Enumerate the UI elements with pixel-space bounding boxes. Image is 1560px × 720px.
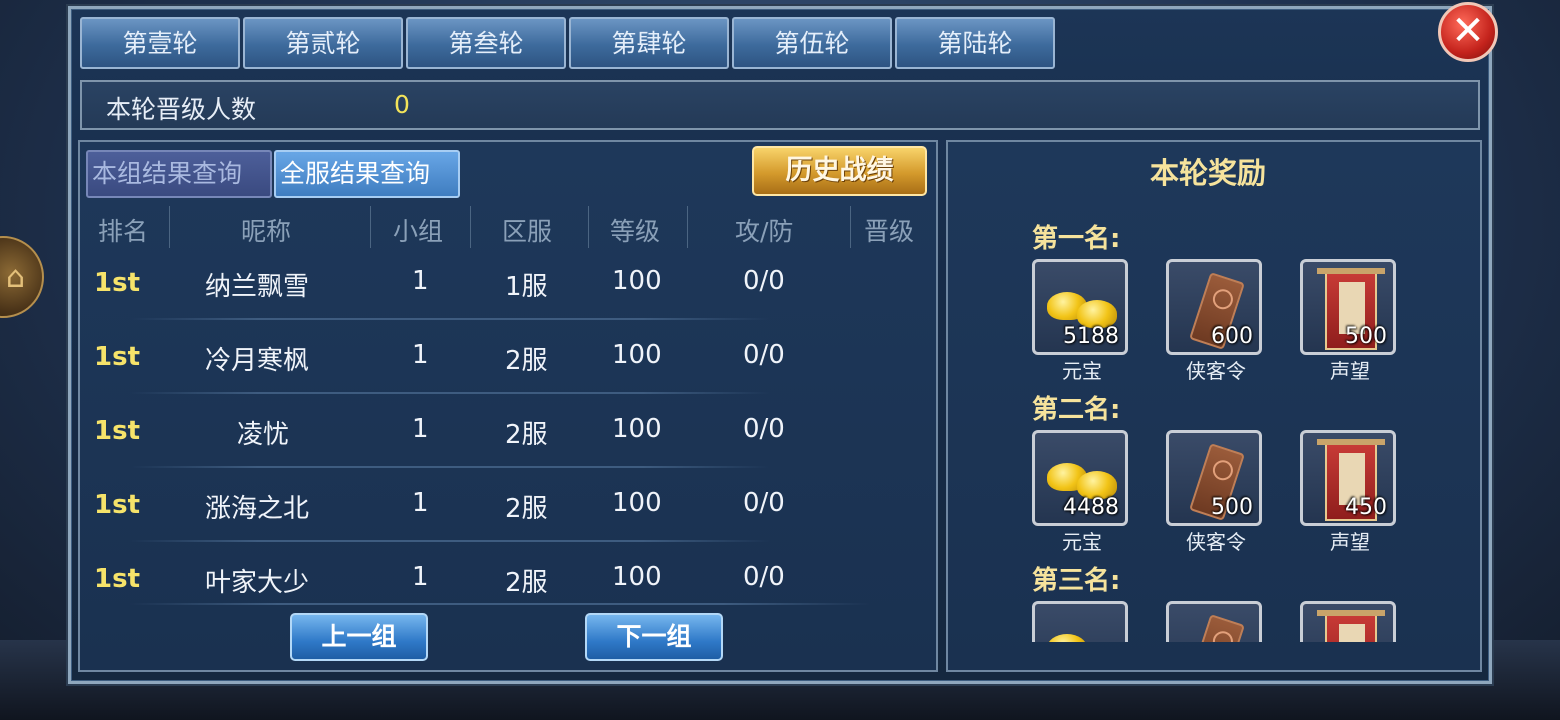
row-nickname: 纳兰飘雪 <box>205 272 310 302</box>
close-button[interactable]: ✕ <box>1438 2 1498 62</box>
row-group: 1 <box>412 340 429 370</box>
history-record-button[interactable]: 历史战绩 <box>752 146 927 196</box>
reward-item[interactable] <box>1032 601 1128 642</box>
column-divider <box>370 206 371 248</box>
row-level: 100 <box>612 340 662 370</box>
reward-name: 声望 <box>1330 530 1370 554</box>
row-rank: 1st <box>94 416 140 446</box>
rewards-panel <box>946 140 1482 672</box>
column-header-atk-def: 攻/防 <box>735 217 794 246</box>
reward-item[interactable]: 500 <box>1166 430 1262 526</box>
tab-group-results[interactable]: 本组结果查询 <box>86 150 272 198</box>
tab-round-3[interactable]: 第叁轮 <box>406 17 566 69</box>
reward-name: 侠客令 <box>1186 530 1246 554</box>
row-group: 1 <box>412 414 429 444</box>
tab-round-5[interactable]: 第伍轮 <box>732 17 892 69</box>
column-divider <box>470 206 471 248</box>
row-level: 100 <box>612 562 662 592</box>
row-divider <box>130 318 770 320</box>
next-group-button[interactable]: 下一组 <box>585 613 723 661</box>
tab-round-2[interactable]: 第贰轮 <box>243 17 403 69</box>
reward-quantity: 500 <box>1345 324 1387 349</box>
reward-name: 元宝 <box>1062 530 1102 554</box>
prev-group-button[interactable]: 上一组 <box>290 613 428 661</box>
reward-quantity: 5188 <box>1063 324 1119 349</box>
reward-item[interactable]: 4488 <box>1032 430 1128 526</box>
row-level: 100 <box>612 414 662 444</box>
reward-name: 侠客令 <box>1186 359 1246 383</box>
column-header-level: 等级 <box>610 217 661 246</box>
reward-item[interactable] <box>1300 601 1396 642</box>
row-server: 2服 <box>505 494 548 524</box>
close-icon: ✕ <box>1451 8 1485 54</box>
place-3-rewards-clip <box>1030 600 1410 642</box>
row-divider <box>130 392 770 394</box>
column-header-server: 区服 <box>502 217 553 246</box>
column-header-rank: 排名 <box>98 217 149 246</box>
place-2-label: 第二名: <box>1032 395 1121 425</box>
tab-server-results[interactable]: 全服结果查询 <box>274 150 460 198</box>
place-3-label: 第三名: <box>1032 566 1121 596</box>
promotion-count: 0 <box>394 90 410 119</box>
row-nickname: 叶家大少 <box>205 568 310 598</box>
row-atk-def: 0/0 <box>743 266 785 296</box>
row-group: 1 <box>412 266 429 296</box>
row-rank: 1st <box>94 564 140 594</box>
table-bottom-divider <box>130 603 870 605</box>
row-divider <box>130 540 770 542</box>
row-rank: 1st <box>94 342 140 372</box>
column-divider <box>169 206 170 248</box>
rewards-title: 本轮奖励 <box>1150 156 1267 190</box>
banner-icon <box>1317 610 1385 642</box>
reward-quantity: 450 <box>1345 495 1387 520</box>
row-rank: 1st <box>94 490 140 520</box>
row-atk-def: 0/0 <box>743 562 785 592</box>
reward-item[interactable] <box>1166 601 1262 642</box>
row-group: 1 <box>412 488 429 518</box>
row-rank: 1st <box>94 268 140 298</box>
row-divider <box>130 466 770 468</box>
reward-item[interactable]: 600 <box>1166 259 1262 355</box>
side-chest-icon[interactable]: ⌂ <box>0 236 44 318</box>
reward-quantity: 500 <box>1211 495 1253 520</box>
column-divider <box>687 206 688 248</box>
row-group: 1 <box>412 562 429 592</box>
row-server: 1服 <box>505 272 548 302</box>
row-nickname: 凌忧 <box>237 420 290 450</box>
column-header-group: 小组 <box>393 217 444 246</box>
reward-item[interactable]: 450 <box>1300 430 1396 526</box>
reward-item[interactable]: 5188 <box>1032 259 1128 355</box>
round-tabs: 第壹轮 第贰轮 第叁轮 第肆轮 第伍轮 第陆轮 <box>80 17 1055 69</box>
promotion-bar: 本轮晋级人数 0 <box>80 80 1480 130</box>
place-1-label: 第一名: <box>1032 224 1121 254</box>
tab-round-4[interactable]: 第肆轮 <box>569 17 729 69</box>
column-divider <box>850 206 851 248</box>
row-atk-def: 0/0 <box>743 340 785 370</box>
reward-quantity: 4488 <box>1063 495 1119 520</box>
row-atk-def: 0/0 <box>743 414 785 444</box>
tab-round-1[interactable]: 第壹轮 <box>80 17 240 69</box>
row-nickname: 冷月寒枫 <box>205 346 310 376</box>
row-server: 2服 <box>505 346 548 376</box>
row-server: 2服 <box>505 420 548 450</box>
reward-quantity: 600 <box>1211 324 1253 349</box>
reward-name: 声望 <box>1330 359 1370 383</box>
row-level: 100 <box>612 266 662 296</box>
column-header-divider <box>588 206 589 248</box>
reward-item[interactable]: 500 <box>1300 259 1396 355</box>
row-server: 2服 <box>505 568 548 598</box>
tab-round-6[interactable]: 第陆轮 <box>895 17 1055 69</box>
promotion-label: 本轮晋级人数 <box>106 95 257 124</box>
column-header-promotion: 晋级 <box>864 217 915 246</box>
row-level: 100 <box>612 488 662 518</box>
row-nickname: 涨海之北 <box>205 494 310 524</box>
column-header-nickname: 昵称 <box>241 217 292 246</box>
token-icon <box>1189 614 1245 642</box>
reward-name: 元宝 <box>1062 359 1102 383</box>
row-atk-def: 0/0 <box>743 488 785 518</box>
